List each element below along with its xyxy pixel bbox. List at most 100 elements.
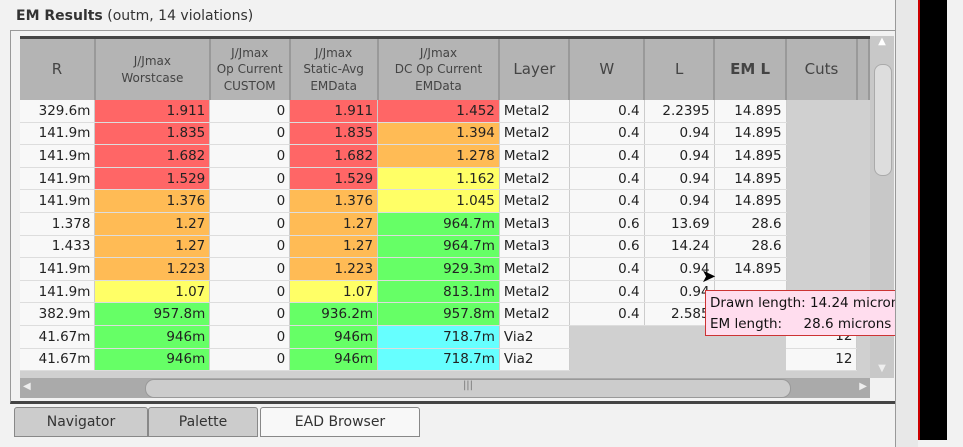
table-cell[interactable]: 141.9m [20, 280, 96, 304]
table-row[interactable]: 329.6m 1.911 0 1.911 1.452 Metal2 0.4 2.2395 14.… [20, 100, 869, 123]
table-cell[interactable]: 946m [94, 325, 211, 349]
column-header[interactable]: J/Jmax Static-Avg EMData [289, 39, 379, 100]
horizontal-scroll-thumb[interactable]: ||| [145, 379, 791, 398]
table-cell[interactable]: Metal2 [499, 302, 570, 326]
table-cell[interactable] [644, 348, 715, 371]
horizontal-scrollbar[interactable]: ◀ ||| ▶ [20, 378, 870, 398]
table-cell[interactable]: 0 [209, 302, 291, 326]
table-cell[interactable]: 0 [209, 122, 291, 146]
table-cell[interactable]: 0 [209, 348, 291, 372]
table-cell[interactable]: Via2 [499, 348, 570, 372]
table-cell[interactable] [786, 235, 857, 258]
table-cell[interactable]: Via2 [499, 325, 570, 349]
table-cell[interactable]: 946m [289, 348, 379, 372]
column-header[interactable]: J/Jmax Op Current CUSTOM [209, 39, 291, 100]
tab-palette[interactable]: Palette [148, 407, 258, 437]
table-cell[interactable]: 1.223 [289, 257, 379, 281]
table-row[interactable]: 141.9m 1.529 0 1.529 1.162 Metal2 0.4 0.94 14.89… [20, 167, 869, 191]
table-cell[interactable]: 0.6 [569, 235, 645, 259]
table-cell[interactable]: Metal2 [499, 280, 570, 304]
table-cell[interactable]: 41.67m [20, 348, 96, 372]
table-cell[interactable]: 1.376 [289, 189, 379, 213]
table-cell[interactable]: 1.529 [289, 167, 379, 191]
table-row[interactable]: 141.9m 1.682 0 1.682 1.278 Metal2 0.4 0.94 14.89… [20, 144, 869, 168]
vertical-scroll-thumb[interactable] [874, 64, 892, 176]
table-cell[interactable]: 1.911 [289, 100, 379, 123]
table-cell[interactable]: 718.7m [377, 325, 500, 349]
table-cell[interactable]: 1.376 [94, 189, 211, 213]
table-cell[interactable]: 2.585 [644, 302, 715, 326]
table-cell[interactable] [786, 122, 857, 145]
table-cell[interactable]: 329.6m [20, 100, 96, 123]
table-cell[interactable]: 141.9m [20, 122, 96, 146]
column-header[interactable] [856, 39, 870, 100]
table-cell[interactable]: 1.433 [20, 235, 96, 259]
table-cell[interactable]: 0 [209, 167, 291, 191]
table-cell[interactable]: 957.8m [377, 302, 500, 326]
table-cell[interactable]: 0.94 [644, 167, 715, 191]
table-row[interactable]: 141.9m 1.223 0 1.223 929.3m Metal2 0.4 0.94 14.8… [20, 257, 869, 281]
tab-ead-browser[interactable]: EAD Browser [260, 407, 420, 437]
table-cell[interactable]: 0 [209, 189, 291, 213]
table-cell[interactable]: 1.394 [377, 122, 500, 146]
table-cell[interactable]: 0 [209, 144, 291, 168]
table-cell[interactable] [786, 167, 857, 190]
column-header[interactable]: Layer [499, 39, 571, 100]
table-cell[interactable]: 1.07 [289, 280, 379, 304]
table-cell[interactable]: 0 [209, 257, 291, 281]
table-cell[interactable]: 14.895 [714, 167, 787, 191]
table-row[interactable]: 141.9m 1.835 0 1.835 1.394 Metal2 0.4 0.94 14.89… [20, 122, 869, 146]
table-cell[interactable]: 1.045 [377, 189, 500, 213]
table-cell[interactable]: 141.9m [20, 189, 96, 213]
table-cell[interactable]: 1.162 [377, 167, 500, 191]
table-cell[interactable] [714, 348, 787, 371]
table-cell[interactable]: 0 [209, 280, 291, 304]
table-cell[interactable]: 1.378 [20, 212, 96, 236]
table-cell[interactable]: Metal2 [499, 144, 570, 168]
table-cell[interactable]: 0.4 [569, 100, 645, 123]
table-cell[interactable]: 382.9m [20, 302, 96, 326]
table-cell[interactable]: 13.69 [644, 212, 715, 236]
table-cell[interactable] [786, 257, 857, 281]
table-cell[interactable]: 0 [209, 212, 291, 236]
table-cell[interactable]: 946m [94, 348, 211, 372]
table-cell[interactable]: 0 [209, 235, 291, 259]
column-header[interactable]: J/Jmax Worstcase [94, 39, 211, 100]
table-cell[interactable]: 41.67m [20, 325, 96, 349]
table-cell[interactable]: 1.835 [289, 122, 379, 146]
table-cell[interactable]: 28.6 [714, 212, 787, 236]
table-cell[interactable]: 1.27 [289, 212, 379, 236]
table-cell[interactable]: 964.7m [377, 212, 500, 236]
table-cell[interactable]: 1.27 [94, 235, 211, 259]
table-cell[interactable] [644, 325, 715, 349]
table-cell[interactable]: 1.452 [377, 100, 500, 123]
table-cell[interactable]: Metal2 [499, 257, 570, 281]
table-cell[interactable]: 1.278 [377, 144, 500, 168]
table-cell[interactable]: 12 [786, 348, 858, 372]
table-row[interactable]: 1.378 1.27 0 1.27 964.7m Metal3 0.6 13.69 28.6 [20, 212, 869, 236]
table-cell[interactable]: 718.7m [377, 348, 500, 372]
table-cell[interactable]: 0.4 [569, 144, 645, 168]
table-cell[interactable]: 813.1m [377, 280, 500, 304]
table-cell[interactable]: Metal2 [499, 100, 570, 123]
column-header[interactable]: Cuts [786, 39, 858, 100]
table-cell[interactable]: Metal2 [499, 167, 570, 191]
table-cell[interactable]: 0.94 [644, 189, 715, 213]
tab-navigator[interactable]: Navigator [14, 407, 148, 437]
table-cell[interactable]: 0 [209, 325, 291, 349]
column-header[interactable]: J/Jmax DC Op Current EMData [377, 39, 501, 100]
table-cell[interactable] [569, 325, 645, 349]
table-cell[interactable]: 946m [289, 325, 379, 349]
table-cell[interactable]: Metal2 [499, 122, 570, 146]
column-header[interactable]: L [644, 39, 716, 100]
table-cell[interactable]: 14.895 [714, 144, 787, 168]
table-row[interactable]: 141.9m 1.376 0 1.376 1.045 Metal2 0.4 0.94 14.89… [20, 189, 869, 213]
table-cell[interactable]: Metal2 [499, 189, 570, 213]
table-cell[interactable]: 141.9m [20, 167, 96, 191]
table-cell[interactable]: 141.9m [20, 257, 96, 281]
table-cell[interactable]: 14.895 [714, 122, 787, 146]
table-cell[interactable] [786, 144, 857, 168]
table-cell[interactable]: 1.27 [289, 235, 379, 259]
table-cell[interactable]: 0.4 [569, 122, 645, 146]
table-cell[interactable]: 1.911 [94, 100, 211, 123]
